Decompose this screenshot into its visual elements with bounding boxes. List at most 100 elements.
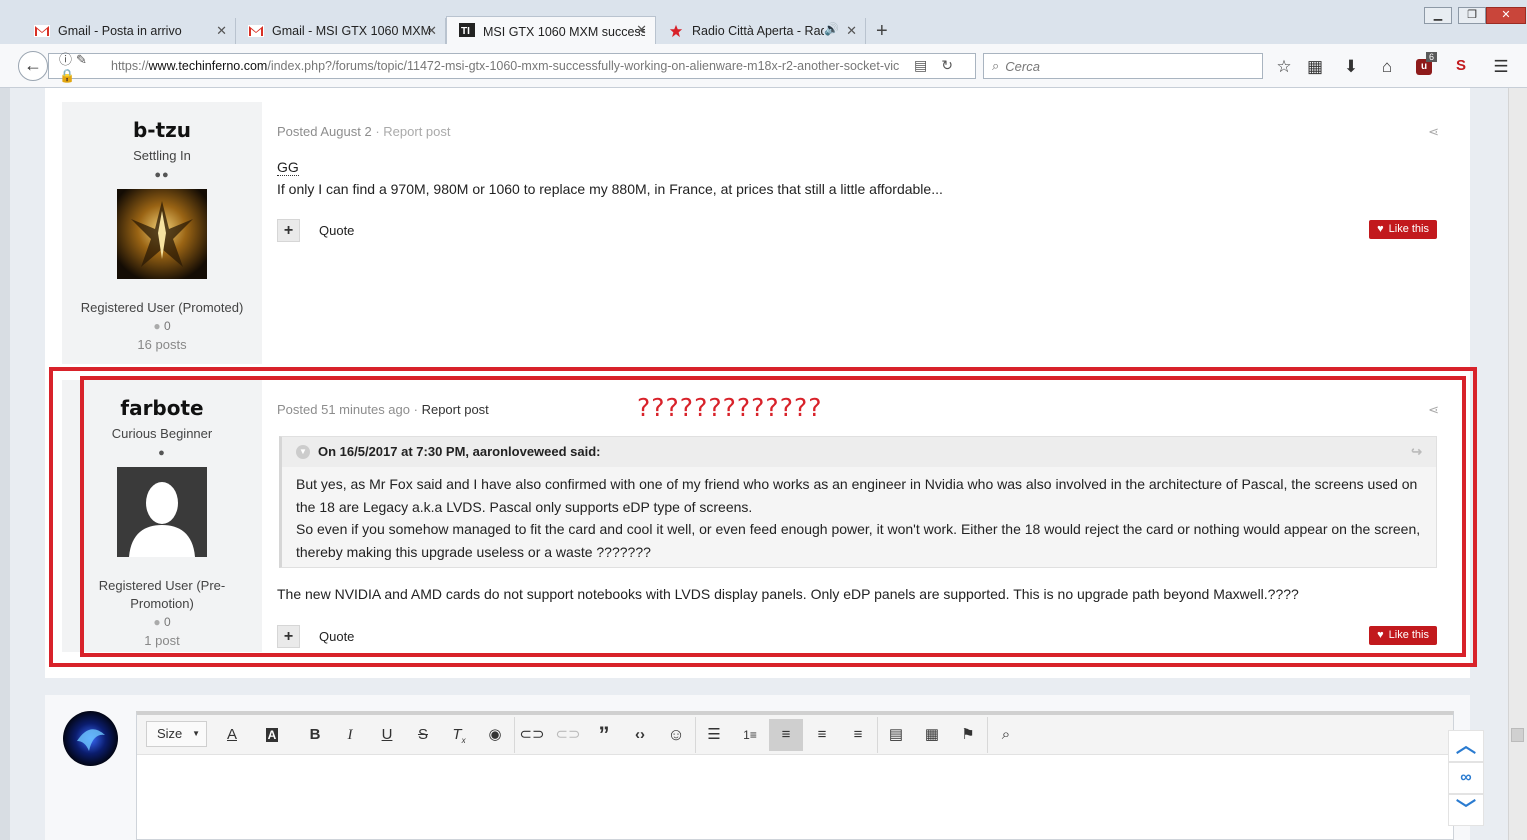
post-b-tzu: b-tzu Settling In ●● Registered User (Pr… bbox=[62, 102, 1455, 364]
tab-title: MSI GTX 1060 MXM successf bbox=[483, 24, 645, 39]
site-info-icons[interactable]: ⓘ✎🔒 bbox=[49, 49, 111, 84]
scroll-to-bottom-button[interactable]: ﹀ bbox=[1448, 794, 1484, 826]
minimize-button[interactable]: ▁ bbox=[1424, 7, 1452, 24]
remove-format-icon[interactable]: Tx bbox=[442, 719, 476, 751]
align-right-icon[interactable]: ≡ bbox=[841, 719, 875, 751]
bold-icon[interactable]: B bbox=[298, 719, 332, 751]
reload-icon[interactable]: ↻ bbox=[941, 57, 967, 73]
author-name[interactable]: b-tzu bbox=[62, 118, 262, 142]
reputation-value: 0 bbox=[163, 319, 171, 333]
post-body: Posted August 2 · Report post ⋖ GG If on… bbox=[277, 102, 1439, 364]
annotation-question-marks: ????????????? bbox=[637, 393, 823, 422]
ublock-count-badge: 6 bbox=[1426, 52, 1438, 62]
close-tab-icon[interactable]: ✕ bbox=[846, 23, 857, 39]
page-left-edge bbox=[0, 88, 10, 840]
heart-icon: ♥ bbox=[1377, 223, 1384, 235]
post-footer: + Quote ♥ Like this bbox=[277, 219, 1439, 243]
underline-icon[interactable]: U bbox=[370, 719, 404, 751]
table-icon[interactable]: ▦ bbox=[915, 719, 949, 751]
window-close-button[interactable]: ✕ bbox=[1486, 7, 1526, 24]
flag-icon[interactable]: ⚑ bbox=[951, 719, 985, 751]
bookmark-star-icon[interactable]: ☆ bbox=[1273, 57, 1295, 77]
align-left-icon[interactable]: ≡ bbox=[769, 719, 803, 751]
spoiler-eye-icon[interactable]: ◉ bbox=[478, 719, 512, 751]
star-icon bbox=[669, 24, 683, 38]
download-icon[interactable]: ⬇ bbox=[1340, 57, 1362, 77]
quote-icon[interactable]: ” bbox=[587, 719, 621, 751]
chevron-down-icon: ▼ bbox=[192, 729, 200, 738]
font-size-label: Size bbox=[157, 726, 183, 741]
align-center-icon[interactable]: ≡ bbox=[805, 719, 839, 751]
search-placeholder: Cerca bbox=[1005, 58, 1040, 74]
rank-pips: ●● bbox=[154, 169, 170, 181]
address-bar[interactable]: ⓘ✎🔒 https://www.techinferno.com/index.ph… bbox=[48, 52, 976, 83]
numbered-list-icon[interactable]: 1≡ bbox=[733, 719, 767, 751]
font-size-select[interactable]: Size ▼ bbox=[146, 721, 207, 747]
tab-title: Gmail - Posta in arrivo bbox=[58, 24, 182, 38]
post-line: If only I can find a 970M, 980M or 1060 … bbox=[277, 181, 943, 197]
text-color-icon[interactable]: A bbox=[215, 719, 249, 751]
post-date[interactable]: August 2 bbox=[320, 124, 371, 139]
quote-button[interactable]: Quote bbox=[319, 223, 354, 238]
unlink-icon[interactable]: ⊂⊃ bbox=[551, 719, 585, 751]
post-meta: Posted August 2 · Report post bbox=[277, 124, 1439, 139]
page-break-icon[interactable]: ▤ bbox=[879, 719, 913, 751]
link-icon[interactable]: ⊂⊃ bbox=[515, 719, 549, 751]
multiquote-plus-button[interactable]: + bbox=[277, 219, 300, 242]
avatar[interactable] bbox=[117, 189, 207, 279]
back-button[interactable]: ← bbox=[18, 51, 48, 81]
gmail-icon bbox=[248, 25, 264, 37]
reader-view-icon[interactable]: ▤ bbox=[914, 57, 941, 73]
code-icon[interactable]: ‹› bbox=[623, 719, 657, 751]
italic-icon[interactable]: I bbox=[333, 719, 367, 751]
editor-toolbar: Size ▼ A A B I U S Tx ◉ ⊂⊃ ⊂⊃ ” ‹› ☺ ☰ 1≡… bbox=[137, 715, 1453, 755]
tab-gmail-msi[interactable]: Gmail - MSI GTX 1060 MXM s ✕ bbox=[236, 18, 446, 44]
post-content: GG If only I can find a 970M, 980M or 10… bbox=[277, 156, 1439, 200]
tab-techinferno[interactable]: TI MSI GTX 1060 MXM successf ✕ bbox=[446, 16, 656, 46]
like-button[interactable]: ♥ Like this bbox=[1369, 220, 1437, 239]
reputation-dot-icon: ● bbox=[153, 319, 161, 333]
reputation: ● 0 bbox=[62, 319, 262, 333]
menu-hamburger-icon[interactable]: ☰ bbox=[1490, 57, 1512, 77]
background-color-icon[interactable]: A bbox=[255, 719, 289, 751]
close-tab-icon[interactable]: ✕ bbox=[636, 22, 647, 38]
share-icon[interactable]: ⋖ bbox=[1428, 124, 1439, 140]
new-tab-button[interactable]: + bbox=[876, 20, 888, 43]
page-scrollbar[interactable] bbox=[1508, 88, 1527, 840]
post-line-gg: GG bbox=[277, 159, 299, 176]
edit-icon: ✎ bbox=[76, 51, 91, 67]
tab-title: Gmail - MSI GTX 1060 MXM s bbox=[272, 24, 435, 38]
extension-s-icon[interactable]: S bbox=[1450, 57, 1472, 74]
url-domain: www.techinferno.com bbox=[148, 59, 268, 73]
preview-icon[interactable]: ⌕ bbox=[989, 719, 1023, 751]
scrollbar-thumb[interactable] bbox=[1511, 728, 1524, 742]
bulleted-list-icon[interactable]: ☰ bbox=[697, 719, 731, 751]
url-path: /index.php?/forums/topic/11472-msi-gtx-1… bbox=[267, 59, 900, 73]
emoji-icon[interactable]: ☺ bbox=[659, 719, 693, 751]
search-input[interactable]: ⌕ Cerca bbox=[983, 53, 1263, 79]
url-text[interactable]: https://www.techinferno.com/index.php?/f… bbox=[111, 59, 901, 73]
tab-bar: Gmail - Posta in arrivo ✕ Gmail - MSI GT… bbox=[0, 0, 1527, 46]
scroll-to-top-button[interactable]: ︿ bbox=[1448, 730, 1484, 762]
maximize-button[interactable]: ❐ bbox=[1458, 7, 1486, 24]
home-icon[interactable]: ⌂ bbox=[1376, 57, 1398, 77]
current-user-avatar[interactable] bbox=[63, 711, 118, 766]
avatar-image bbox=[117, 189, 207, 279]
tab-title: Radio Città Aperta - Radio bbox=[692, 24, 824, 38]
reply-editor[interactable]: Size ▼ A A B I U S Tx ◉ ⊂⊃ ⊂⊃ ” ‹› ☺ ☰ 1≡… bbox=[136, 711, 1454, 840]
reading-list-icon[interactable]: ▦ bbox=[1304, 57, 1326, 77]
report-post-link[interactable]: · Report post bbox=[375, 124, 450, 139]
strikethrough-icon[interactable]: S bbox=[406, 719, 440, 751]
like-label: Like this bbox=[1388, 223, 1429, 235]
author-panel: b-tzu Settling In ●● Registered User (Pr… bbox=[62, 102, 262, 364]
close-tab-icon[interactable]: ✕ bbox=[216, 23, 227, 39]
search-icon: ⌕ bbox=[992, 58, 1000, 73]
close-tab-icon[interactable]: ✕ bbox=[426, 23, 437, 39]
svg-text:TI: TI bbox=[461, 26, 470, 37]
share-link-icon[interactable]: ∞ bbox=[1448, 762, 1484, 794]
info-icon[interactable]: ⓘ bbox=[59, 52, 76, 67]
url-prefix: https:// bbox=[111, 59, 149, 73]
tab-radio[interactable]: Radio Città Aperta - Radio 🔊 ✕ bbox=[656, 18, 866, 44]
tab-gmail-inbox[interactable]: Gmail - Posta in arrivo ✕ bbox=[22, 18, 236, 44]
speaker-icon[interactable]: 🔊 bbox=[824, 22, 839, 36]
